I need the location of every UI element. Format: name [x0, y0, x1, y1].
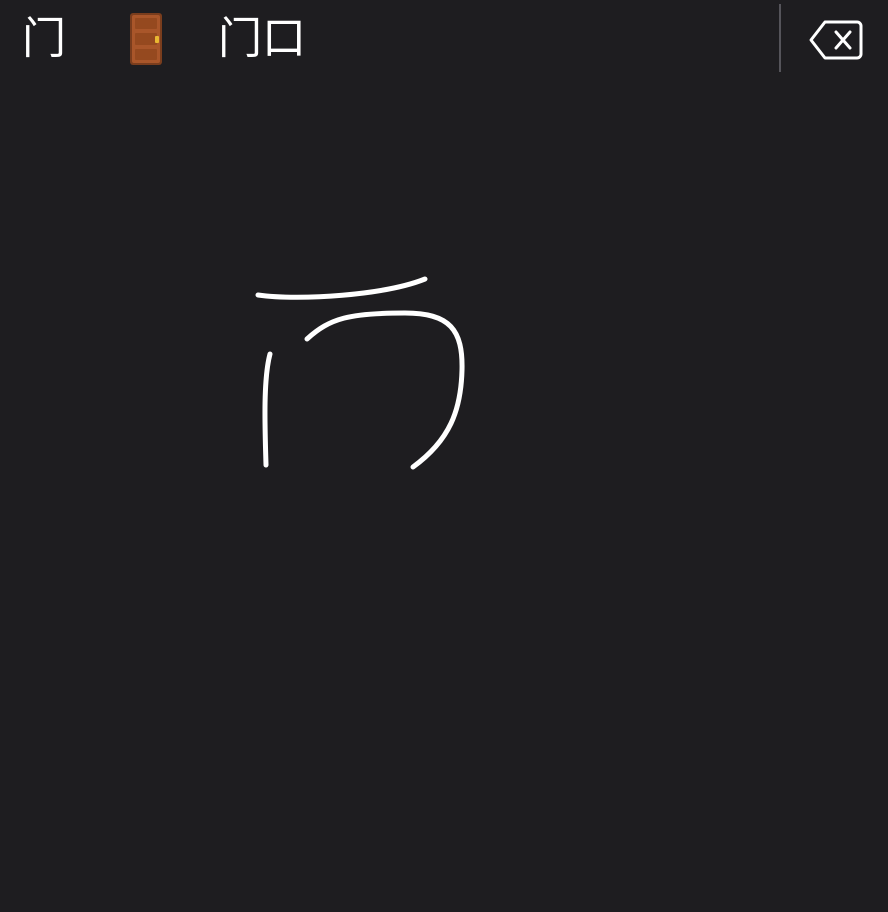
- candidate-bar: 门 门口: [0, 0, 888, 80]
- ink-stroke-top: [255, 276, 428, 300]
- candidate-divider: [779, 4, 781, 72]
- candidate-label: 门: [22, 13, 66, 64]
- candidate-door-emoji[interactable]: [122, 6, 170, 72]
- handwriting-pad[interactable]: [0, 80, 888, 912]
- backspace-icon: [809, 20, 863, 60]
- candidate-label: 门口: [218, 13, 306, 64]
- ink-stroke-hook: [304, 310, 465, 470]
- ink-stroke-left: [262, 351, 273, 468]
- door-emoji-icon: [130, 13, 162, 65]
- candidate-menkou[interactable]: 门口: [218, 6, 306, 72]
- delete-button[interactable]: [806, 16, 866, 64]
- candidate-men[interactable]: 门: [22, 6, 66, 72]
